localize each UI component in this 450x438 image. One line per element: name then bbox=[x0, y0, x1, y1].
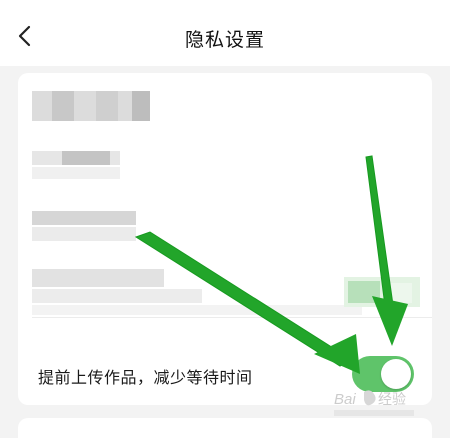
row-divider bbox=[32, 317, 432, 318]
svg-text:经验: 经验 bbox=[378, 391, 406, 407]
page-title: 隐私设置 bbox=[184, 29, 265, 51]
svg-text:Bai: Bai bbox=[334, 391, 356, 408]
top-nav-bar: 隐私设置 bbox=[0, 0, 450, 66]
toggle-knob bbox=[381, 359, 411, 389]
blurred-toggle bbox=[344, 269, 420, 315]
next-settings-card bbox=[18, 418, 432, 438]
watermark-logo: Bai 经验 bbox=[334, 390, 414, 416]
upload-early-label: 提前上传作品，减少等待时间 bbox=[38, 368, 253, 387]
